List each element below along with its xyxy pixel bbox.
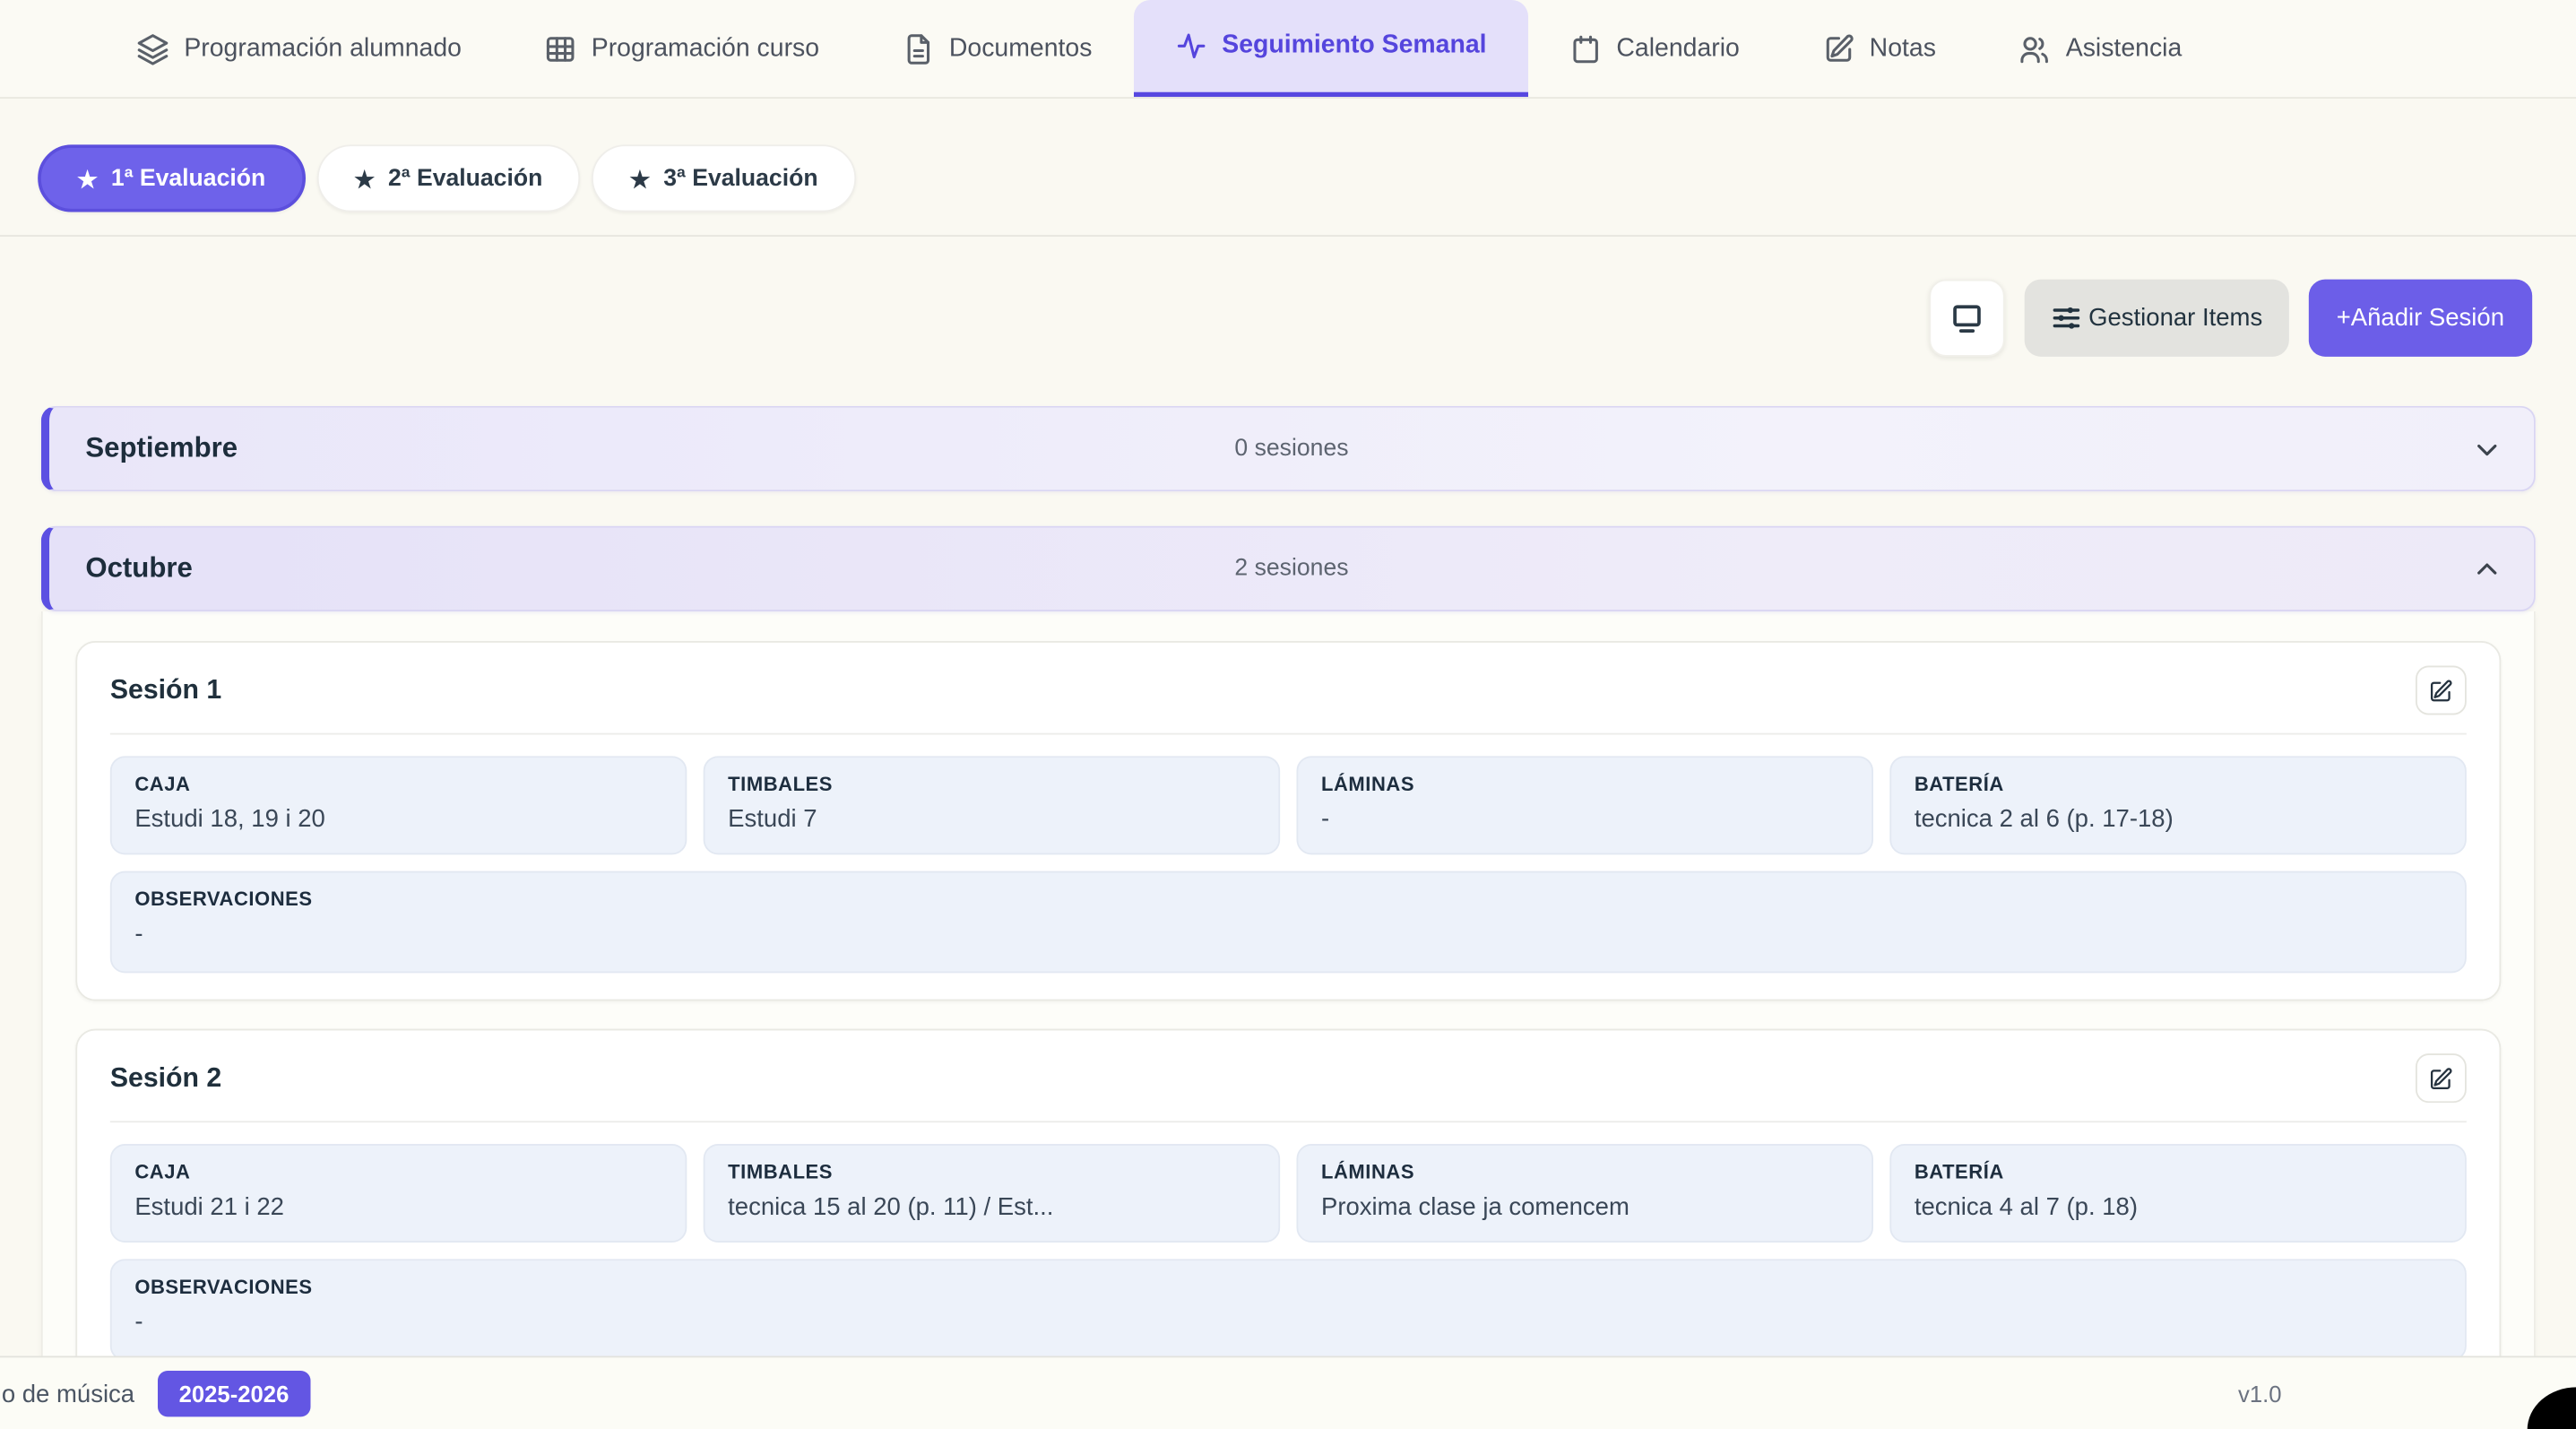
session-title: Sesión 2: [110, 1062, 221, 1094]
sliders-icon: [2051, 302, 2082, 333]
edit-pencil-icon: [2429, 678, 2453, 702]
months-list: Septiembre 0 sesiones Octubre 2 sesiones…: [0, 406, 2576, 1404]
tab-label: Documentos: [949, 34, 1093, 64]
session-card-1: Sesión 1 CAJA Estudi 18, 19 i 20 TIMBALE…: [75, 641, 2501, 1000]
field-laminas: LÁMINAS Proxima clase ja comencem: [1296, 1144, 1872, 1243]
field-value: tecnica 4 al 7 (p. 18): [1915, 1193, 2442, 1221]
session-header: Sesión 1: [110, 665, 2467, 714]
display-mode-button[interactable]: [1929, 280, 2004, 357]
field-label: CAJA: [134, 773, 661, 796]
anadir-sesion-button[interactable]: +Añadir Sesión: [2309, 280, 2533, 357]
field-label: BATERÍA: [1915, 1160, 2442, 1183]
tab-programacion-alumnado[interactable]: Programación alumnado: [95, 0, 502, 97]
field-label: OBSERVACIONES: [134, 1276, 2442, 1299]
field-observaciones: OBSERVACIONES -: [110, 1259, 2467, 1361]
edit-icon: [1822, 32, 1855, 65]
field-value: -: [134, 1308, 2442, 1336]
field-laminas: LÁMINAS -: [1296, 756, 1872, 854]
session-fields: CAJA Estudi 21 i 22 TIMBALES tecnica 15 …: [110, 1144, 2467, 1243]
tab-asistencia[interactable]: Asistencia: [1977, 0, 2223, 97]
session-card-2: Sesión 2 CAJA Estudi 21 i 22 TIMBALES te…: [75, 1029, 2501, 1389]
tab-label: Programación alumnado: [184, 34, 462, 64]
pill-evaluacion-2[interactable]: ★ 2ª Evaluación: [316, 144, 580, 212]
field-observaciones: OBSERVACIONES -: [110, 871, 2467, 974]
field-caja: CAJA Estudi 18, 19 i 20: [110, 756, 687, 854]
field-bateria: BATERÍA tecnica 2 al 6 (p. 17-18): [1889, 756, 2466, 854]
field-label: TIMBALES: [728, 1160, 1255, 1183]
pill-evaluacion-1[interactable]: ★ 1ª Evaluación: [38, 144, 305, 212]
month-bar-septiembre[interactable]: Septiembre 0 sesiones: [41, 406, 2536, 491]
users-icon: [2018, 32, 2052, 65]
field-caja: CAJA Estudi 21 i 22: [110, 1144, 687, 1243]
month-session-count: 0 sesiones: [49, 436, 2534, 462]
tab-documentos[interactable]: Documentos: [860, 0, 1133, 97]
activity-icon: [1174, 30, 1207, 63]
field-label: BATERÍA: [1915, 773, 2442, 796]
star-icon: ★: [77, 167, 98, 190]
field-label: LÁMINAS: [1321, 773, 1848, 796]
session-title: Sesión 1: [110, 675, 221, 706]
field-label: TIMBALES: [728, 773, 1255, 796]
tab-label: Calendario: [1616, 34, 1739, 64]
tab-label: Asistencia: [2066, 34, 2183, 64]
tab-label: Notas: [1870, 34, 1936, 64]
field-label: OBSERVACIONES: [134, 888, 2442, 911]
layers-icon: [136, 32, 169, 65]
field-value: -: [1321, 805, 1848, 833]
star-icon: ★: [630, 167, 651, 190]
tab-seguimiento-semanal[interactable]: Seguimiento Semanal: [1133, 0, 1527, 97]
evaluation-filter-row: ★ 1ª Evaluación ★ 2ª Evaluación ★ 3ª Eva…: [0, 99, 2576, 237]
school-year-badge: 2025-2026: [158, 1371, 310, 1416]
tab-label: Seguimiento Semanal: [1222, 31, 1486, 61]
field-value: Proxima clase ja comencem: [1321, 1193, 1848, 1221]
button-label: +Añadir Sesión: [2337, 304, 2504, 332]
button-label: Gestionar Items: [2088, 304, 2262, 332]
pill-evaluacion-3[interactable]: ★ 3ª Evaluación: [592, 144, 855, 212]
month-bar-octubre[interactable]: Octubre 2 sesiones: [41, 526, 2536, 611]
field-value: Estudi 7: [728, 805, 1255, 833]
top-navigation: Programación alumnado Programación curso…: [0, 0, 2576, 99]
star-icon: ★: [354, 167, 375, 190]
tab-calendario[interactable]: Calendario: [1527, 0, 1780, 97]
session-fields: CAJA Estudi 18, 19 i 20 TIMBALES Estudi …: [110, 756, 2467, 854]
seguimiento-semanal-page: Programación alumnado Programación curso…: [0, 0, 2576, 1429]
field-value: Estudi 21 i 22: [134, 1193, 661, 1221]
footer: o de música 2025-2026 v1.0: [0, 1355, 2576, 1429]
app-name-text: o de música: [2, 1380, 134, 1407]
octubre-sessions-panel: Sesión 1 CAJA Estudi 18, 19 i 20 TIMBALE…: [41, 611, 2536, 1404]
field-value: -: [134, 921, 2442, 948]
tab-programacion-curso[interactable]: Programación curso: [503, 0, 860, 97]
tab-notas[interactable]: Notas: [1781, 0, 1977, 97]
session-header: Sesión 2: [110, 1053, 2467, 1103]
monitor-icon: [1949, 300, 1984, 336]
divider: [110, 733, 2467, 735]
version-label: v1.0: [2238, 1381, 2282, 1407]
field-value: Estudi 18, 19 i 20: [134, 805, 661, 833]
month-session-count: 2 sesiones: [49, 556, 2534, 582]
gestionar-items-button[interactable]: Gestionar Items: [2025, 280, 2289, 357]
calendar-icon: [1569, 32, 1602, 65]
pill-label: 1ª Evaluación: [111, 165, 265, 191]
field-label: LÁMINAS: [1321, 1160, 1848, 1183]
field-timbales: TIMBALES tecnica 15 al 20 (p. 11) / Est.…: [704, 1144, 1280, 1243]
edit-session-button[interactable]: [2416, 1053, 2467, 1103]
field-timbales: TIMBALES Estudi 7: [704, 756, 1280, 854]
pill-label: 2ª Evaluación: [388, 165, 542, 191]
field-value: tecnica 2 al 6 (p. 17-18): [1915, 805, 2442, 833]
field-bateria: BATERÍA tecnica 4 al 7 (p. 18): [1889, 1144, 2466, 1243]
field-value: tecnica 15 al 20 (p. 11) / Est...: [728, 1193, 1255, 1221]
document-icon: [902, 32, 935, 65]
tab-label: Programación curso: [592, 34, 819, 64]
edit-pencil-icon: [2429, 1066, 2453, 1090]
toolbar: Gestionar Items +Añadir Sesión: [0, 237, 2576, 357]
pill-label: 3ª Evaluación: [663, 165, 817, 191]
edit-session-button[interactable]: [2416, 665, 2467, 714]
table-icon: [544, 32, 577, 65]
field-label: CAJA: [134, 1160, 661, 1183]
divider: [110, 1121, 2467, 1122]
